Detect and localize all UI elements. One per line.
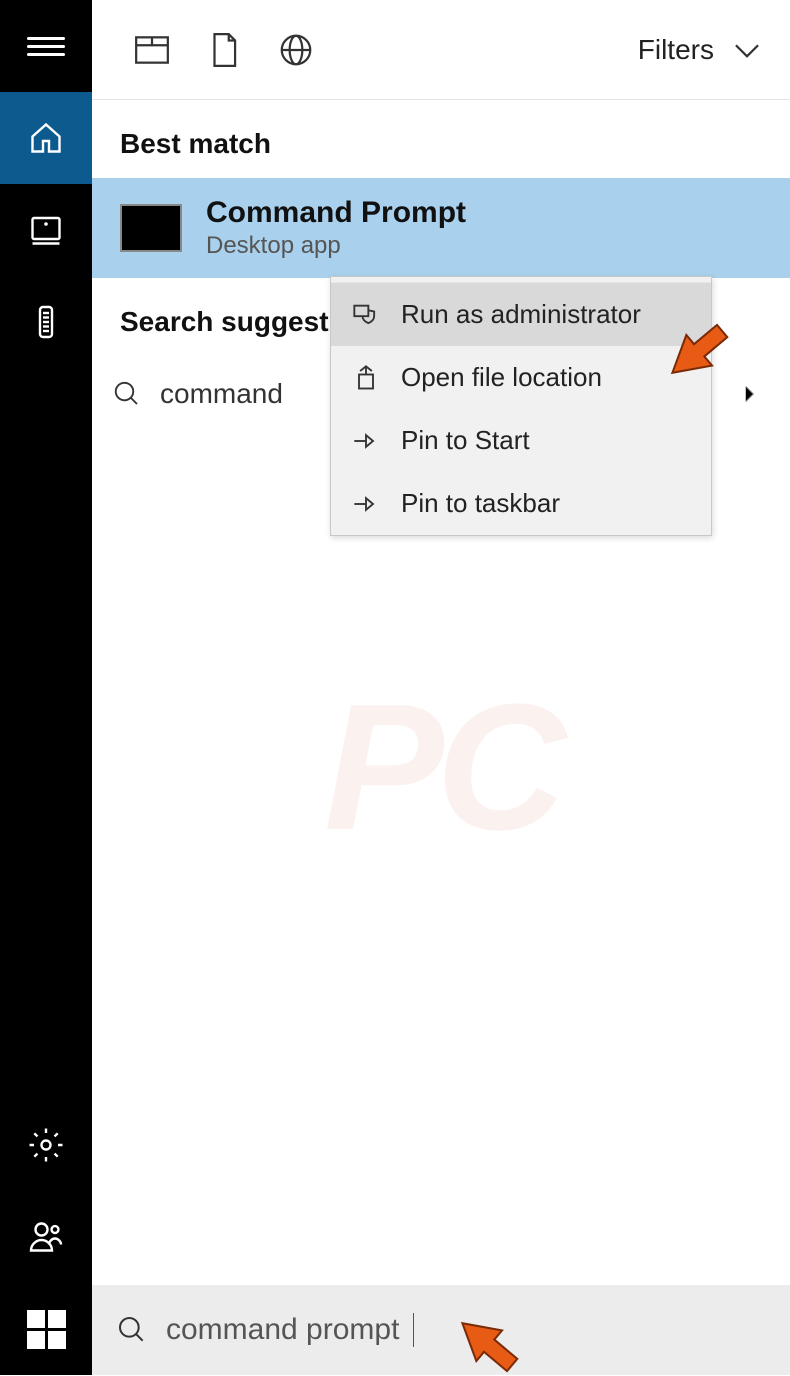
filter-apps-button[interactable] <box>116 0 188 100</box>
monitor-icon <box>28 212 64 248</box>
ctx-run-as-admin[interactable]: Run as administrator <box>331 283 711 346</box>
document-icon <box>205 31 243 69</box>
command-prompt-icon <box>120 204 182 252</box>
chevron-down-icon <box>728 31 766 69</box>
pin-icon <box>352 490 380 518</box>
best-match-heading: Best match <box>92 100 790 178</box>
text-caret <box>413 1313 414 1347</box>
search-panel: Filters Best match Command Prompt Deskto… <box>92 0 790 1375</box>
start-button[interactable] <box>0 1283 92 1375</box>
ctx-pin-to-taskbar[interactable]: Pin to taskbar <box>331 472 711 535</box>
admin-shield-icon <box>352 301 380 329</box>
filters-dropdown[interactable]: Filters <box>638 31 766 69</box>
settings-button[interactable] <box>0 1099 92 1191</box>
remote-button[interactable] <box>0 276 92 368</box>
arrow-annotation-top <box>660 320 750 410</box>
folder-open-icon <box>352 364 380 392</box>
hamburger-icon <box>27 32 65 61</box>
best-match-result[interactable]: Command Prompt Desktop app <box>92 178 790 278</box>
gear-icon <box>28 1127 64 1163</box>
filter-web-button[interactable] <box>260 0 332 100</box>
globe-icon <box>277 31 315 69</box>
ctx-open-file-location[interactable]: Open file location <box>331 346 711 409</box>
windows-icon <box>27 1310 66 1349</box>
profile-button[interactable] <box>0 1191 92 1283</box>
ctx-label: Pin to taskbar <box>401 488 560 519</box>
suggestion-text: command <box>160 378 283 410</box>
result-title: Command Prompt <box>206 196 466 230</box>
menu-button[interactable] <box>0 0 92 92</box>
home-button[interactable] <box>0 92 92 184</box>
user-icon <box>28 1219 64 1255</box>
ctx-pin-to-start[interactable]: Pin to Start <box>331 409 711 472</box>
filter-documents-button[interactable] <box>188 0 260 100</box>
apps-button[interactable] <box>0 184 92 276</box>
remote-icon <box>28 304 64 340</box>
ctx-label: Run as administrator <box>401 299 641 330</box>
result-subtitle: Desktop app <box>206 232 466 260</box>
pin-icon <box>352 427 380 455</box>
context-menu: Run as administrator Open file location … <box>330 276 712 536</box>
app-window-icon <box>133 31 171 69</box>
arrow-annotation-bottom <box>450 1286 540 1376</box>
filters-label: Filters <box>638 34 714 66</box>
search-query-text: command prompt <box>166 1313 399 1347</box>
toolbar: Filters <box>92 0 790 100</box>
ctx-label: Open file location <box>401 362 602 393</box>
sidebar <box>0 0 92 1375</box>
search-icon <box>112 379 142 409</box>
search-input[interactable]: command prompt <box>92 1285 790 1375</box>
search-icon <box>116 1314 148 1346</box>
home-icon <box>28 120 64 156</box>
ctx-label: Pin to Start <box>401 425 530 456</box>
